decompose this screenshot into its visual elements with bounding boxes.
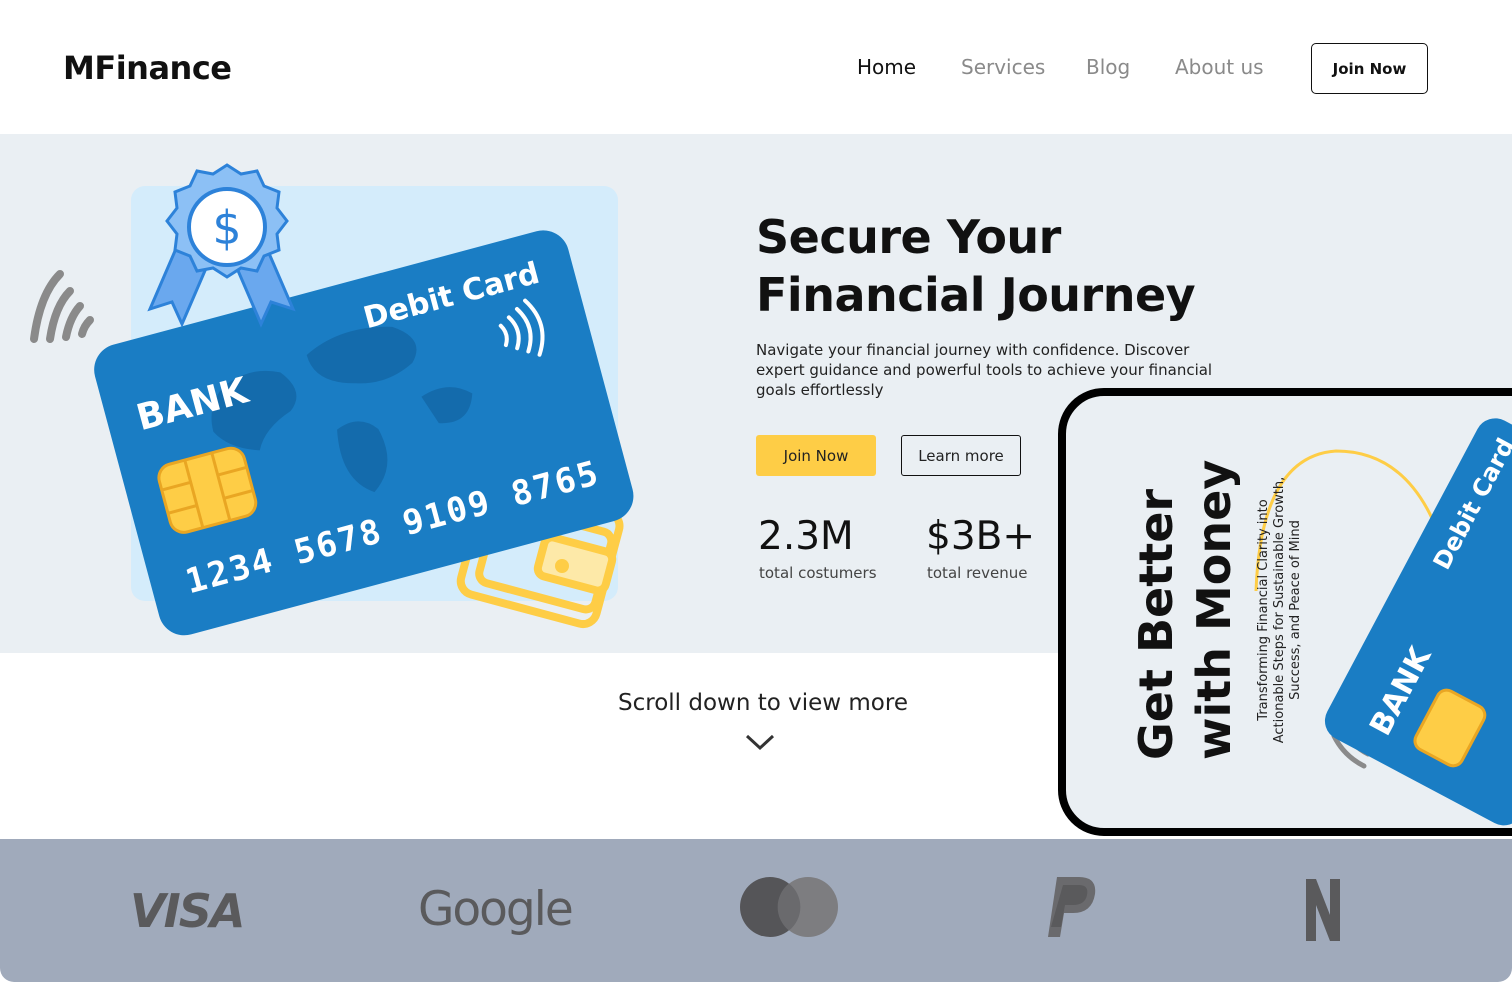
site-header: MFinance Home Services Blog About us Joi… bbox=[0, 0, 1512, 134]
nav-about-us[interactable]: About us bbox=[1175, 55, 1264, 79]
phone-headline: Get Better with Money bbox=[1127, 460, 1243, 760]
mastercard-logo bbox=[740, 877, 838, 937]
nav-services[interactable]: Services bbox=[961, 55, 1045, 79]
svg-text:VISA: VISA bbox=[130, 887, 243, 931]
hero-join-button[interactable]: Join Now bbox=[756, 435, 876, 476]
nav-blog[interactable]: Blog bbox=[1086, 55, 1130, 79]
svg-text:Google: Google bbox=[418, 883, 572, 937]
phone-headline-line2: with Money bbox=[1187, 459, 1241, 760]
visa-logo: VISA bbox=[130, 887, 245, 931]
nav-home[interactable]: Home bbox=[857, 55, 916, 79]
stat-revenue-label: total revenue bbox=[927, 564, 1028, 582]
chevron-down-icon[interactable] bbox=[745, 733, 775, 751]
learn-more-button[interactable]: Learn more bbox=[901, 435, 1021, 476]
hero-title: Secure Your Financial Journey bbox=[756, 208, 1316, 324]
stat-customers-label: total costumers bbox=[759, 564, 877, 582]
netflix-logo bbox=[1306, 879, 1340, 941]
header-join-button[interactable]: Join Now bbox=[1311, 43, 1428, 94]
hero-title-line1: Secure Your bbox=[756, 210, 1061, 264]
stat-revenue-value: $3B+ bbox=[926, 514, 1036, 559]
paypal-logo bbox=[1048, 877, 1096, 937]
partner-logos-strip: VISA Google bbox=[0, 839, 1512, 982]
stat-customers-value: 2.3M bbox=[758, 514, 854, 559]
hero-title-line2: Financial Journey bbox=[756, 268, 1196, 322]
google-logo: Google bbox=[418, 883, 574, 937]
contactless-waves-icon bbox=[30, 270, 94, 343]
site-logo[interactable]: MFinance bbox=[63, 49, 232, 87]
phone-subtitle: Transforming Financial Clarity into Acti… bbox=[1256, 476, 1303, 744]
svg-text:$: $ bbox=[212, 201, 241, 255]
debit-card-illustration: BANK Debit Card 1234 5678 9109 8765 $ bbox=[30, 163, 634, 636]
phone-headline-line1: Get Better bbox=[1129, 488, 1183, 760]
